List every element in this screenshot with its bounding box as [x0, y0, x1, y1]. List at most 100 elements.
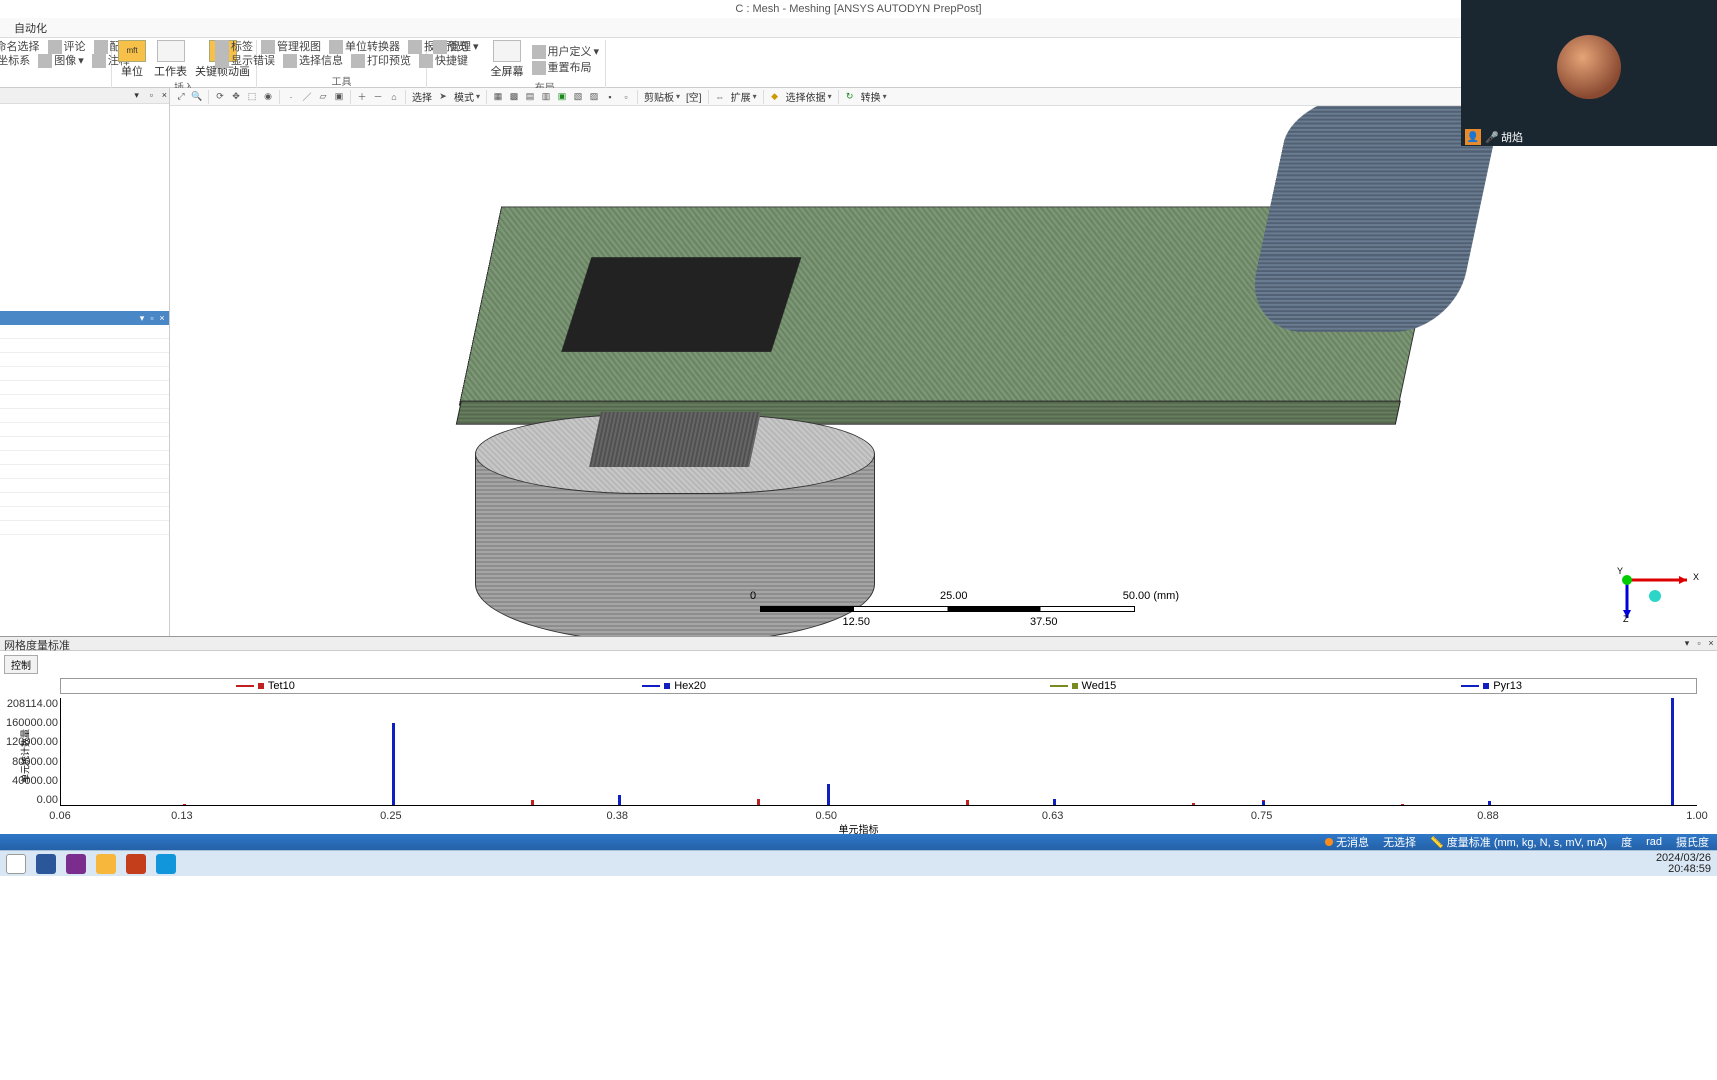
- pick-edge-icon[interactable]: ／: [300, 90, 314, 104]
- tag-icon: [215, 40, 229, 54]
- pick-vertex-icon[interactable]: ·: [284, 90, 298, 104]
- info-icon: [283, 54, 297, 68]
- dropdown-convert[interactable]: 转换: [859, 89, 889, 104]
- btn-reset-layout[interactable]: 重置布局: [532, 61, 600, 75]
- zoom-in-icon[interactable]: ＋: [355, 90, 369, 104]
- btn-worksheet[interactable]: 工作表: [154, 40, 187, 79]
- extend-icon[interactable]: ⇔: [713, 90, 727, 104]
- dropdown-selectby[interactable]: 选择依据: [784, 89, 834, 104]
- btn-manage[interactable]: 管理▾: [433, 40, 479, 54]
- pan-icon[interactable]: ✥: [229, 90, 243, 104]
- panel-dropdown-icon[interactable]: ▾: [129, 88, 139, 98]
- outline-toolbar: ▾ ▫ ×: [0, 88, 169, 104]
- status-rad[interactable]: rad: [1646, 836, 1662, 848]
- tool-icon[interactable]: ▣: [555, 90, 569, 104]
- mesh-metrics-panel: 网格度量标准 ▾▫× 控制 Tet10 Hex20 Wed15 Pyr13 单元…: [0, 636, 1717, 834]
- btn-fullscreen[interactable]: 全屏幕: [491, 40, 524, 79]
- taskbar-app-icon[interactable]: [6, 854, 26, 874]
- ribbon-tabstrip: 自动化: [0, 18, 1717, 38]
- note-icon: [92, 54, 106, 68]
- profile-icon: [94, 40, 108, 54]
- tool-icon[interactable]: ▦: [491, 90, 505, 104]
- btn-image[interactable]: 图像▾: [38, 54, 84, 68]
- chart-legend: Tet10 Hex20 Wed15 Pyr13: [60, 678, 1697, 694]
- panel-pin-icon[interactable]: ▫: [143, 88, 153, 98]
- label-empty: [空]: [684, 89, 704, 104]
- tool-icon[interactable]: ▫: [619, 90, 633, 104]
- views-icon: [261, 40, 275, 54]
- btn-print-preview[interactable]: 打印预览: [351, 54, 411, 68]
- convert-icon[interactable]: ↻: [843, 90, 857, 104]
- selectby-icon[interactable]: ◆: [768, 90, 782, 104]
- taskbar-app-icon[interactable]: [126, 854, 146, 874]
- dropdown-mode[interactable]: 模式: [452, 89, 482, 104]
- select-cursor-icon[interactable]: ➤: [436, 90, 450, 104]
- metrics-chart: Tet10 Hex20 Wed15 Pyr13 单元统计数量 208114.00…: [0, 678, 1717, 834]
- details-grid[interactable]: [0, 325, 169, 637]
- status-temp[interactable]: 摄氏度: [1676, 834, 1709, 850]
- zoom-icon[interactable]: 🔍: [190, 90, 204, 104]
- btn-units[interactable]: mft单位: [118, 40, 146, 79]
- pick-body-icon[interactable]: ▣: [332, 90, 346, 104]
- status-units[interactable]: 📏 度量标准 (mm, kg, N, s, mV, mA): [1430, 834, 1607, 850]
- error-icon: [215, 54, 229, 68]
- status-selection: 无选择: [1383, 834, 1416, 850]
- btn-userdef[interactable]: 用户定义▾: [532, 45, 600, 59]
- participant-badge-icon: 👤: [1465, 129, 1481, 145]
- participant-avatar: [1557, 35, 1621, 99]
- orientation-triad[interactable]: X Y Z: [1607, 530, 1697, 620]
- metrics-title: 网格度量标准: [4, 637, 70, 650]
- dropdown-extend[interactable]: 扩展: [729, 89, 759, 104]
- status-deg[interactable]: 度: [1621, 834, 1632, 850]
- unit-icon: mft: [118, 40, 146, 62]
- tab-automation[interactable]: 自动化: [4, 18, 57, 38]
- btn-selection-info[interactable]: 选择信息: [283, 54, 343, 68]
- video-call-overlay[interactable]: 👤 🎤 胡焰: [1461, 0, 1717, 146]
- view-icon[interactable]: ◉: [261, 90, 275, 104]
- tool-icon[interactable]: ▩: [507, 90, 521, 104]
- 3d-canvas[interactable]: 0 25.00 50.00 (mm) 12.50 37.50 X Y Z: [170, 106, 1717, 636]
- panel-dropdown-icon[interactable]: ▾: [1681, 638, 1693, 649]
- tool-icon[interactable]: ▥: [539, 90, 553, 104]
- status-messages[interactable]: 无消息: [1325, 834, 1369, 850]
- panel-pin-icon[interactable]: ▫: [147, 311, 157, 325]
- tool-icon[interactable]: ▪: [603, 90, 617, 104]
- tool-icon[interactable]: ▧: [571, 90, 585, 104]
- btn-csys[interactable]: 坐标系: [0, 54, 30, 68]
- taskbar-clock[interactable]: 2024/03/2620:48:59: [1656, 853, 1711, 875]
- btn-show-errors[interactable]: 显示错误: [215, 54, 275, 68]
- metrics-control-button[interactable]: 控制: [4, 655, 38, 674]
- zoom-fit-icon[interactable]: ⤢: [174, 90, 188, 104]
- panel-close-icon[interactable]: ×: [1705, 638, 1717, 648]
- layout-icon: [532, 45, 546, 59]
- left-panel: ▾ ▫ × ▾▫×: [0, 88, 170, 636]
- tool-icon[interactable]: ▤: [523, 90, 537, 104]
- scale-bar: 0 25.00 50.00 (mm) 12.50 37.50: [760, 596, 1135, 630]
- convert-icon: [329, 40, 343, 54]
- taskbar-app-icon[interactable]: [36, 854, 56, 874]
- pick-face-icon[interactable]: ▱: [316, 90, 330, 104]
- chart-x-axis-label: 单元指标: [0, 821, 1717, 836]
- taskbar-app-icon[interactable]: [66, 854, 86, 874]
- panel-close-icon[interactable]: ×: [157, 311, 167, 325]
- panel-dropdown-icon[interactable]: ▾: [137, 311, 147, 325]
- panel-pin-icon[interactable]: ▫: [1693, 638, 1705, 648]
- reset-icon: [532, 61, 546, 75]
- btn-tags[interactable]: 标签: [215, 40, 253, 54]
- chart-plot-area: [60, 698, 1697, 806]
- taskbar-app-icon[interactable]: [156, 854, 176, 874]
- zoom-reset-icon[interactable]: ⌂: [387, 90, 401, 104]
- btn-manage-views[interactable]: 管理视图: [261, 40, 321, 54]
- panel-close-icon[interactable]: ×: [157, 88, 167, 98]
- dropdown-clipboard[interactable]: 剪贴板: [642, 89, 682, 104]
- btn-unit-conv[interactable]: 单位转换器: [329, 40, 400, 54]
- zoom-out-icon[interactable]: －: [371, 90, 385, 104]
- btn-comment[interactable]: 评论: [48, 40, 86, 54]
- btn-named-selection[interactable]: 命名选择: [0, 40, 40, 54]
- taskbar-app-icon[interactable]: [96, 854, 116, 874]
- zoom-box-icon[interactable]: ⬚: [245, 90, 259, 104]
- rotate-icon[interactable]: ⟳: [213, 90, 227, 104]
- details-header: ▾▫×: [0, 311, 169, 325]
- comment-icon: [48, 40, 62, 54]
- tool-icon[interactable]: ▨: [587, 90, 601, 104]
